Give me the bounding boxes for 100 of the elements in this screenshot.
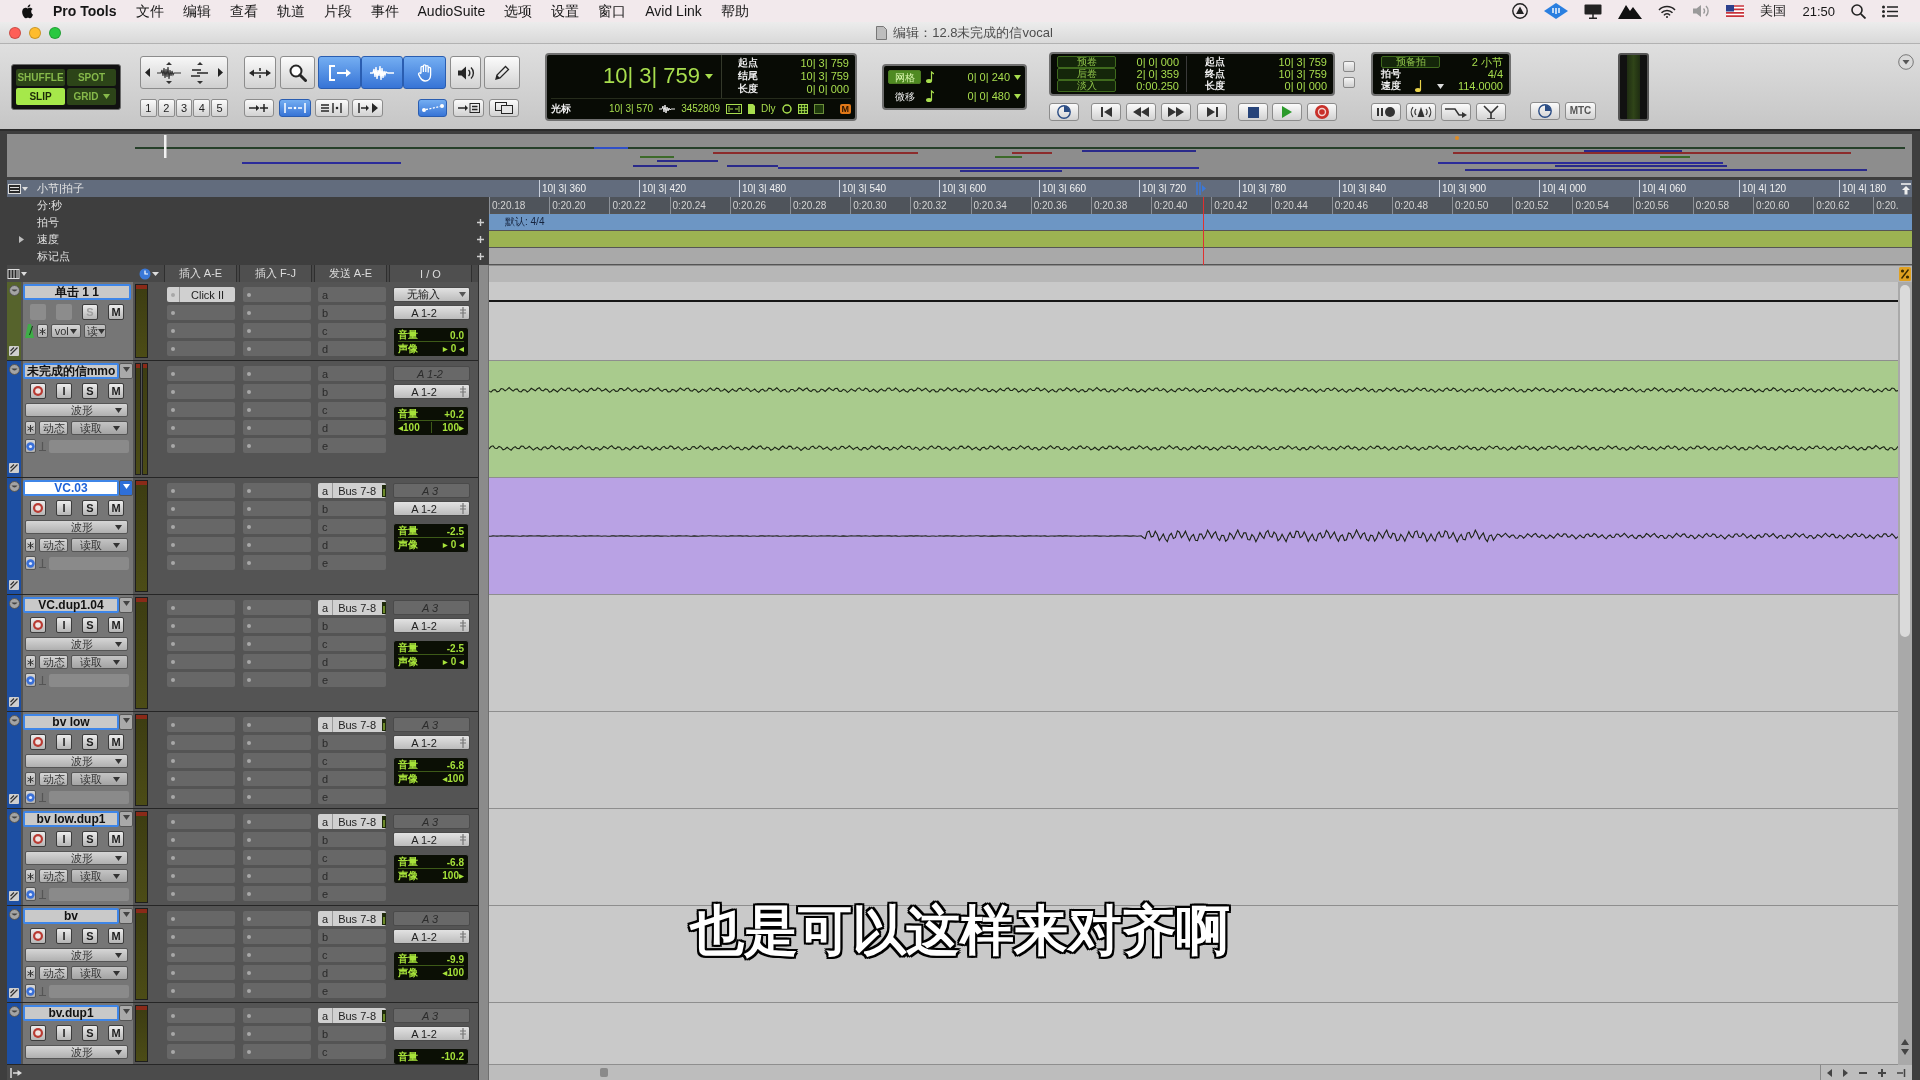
toggle-circle-icon[interactable] [8,285,20,296]
track-toggle-button[interactable]: M [108,617,124,633]
midi-button[interactable] [1441,103,1471,121]
track-toggle-button[interactable]: S [82,617,98,633]
track-name-field[interactable]: VC.03 [23,480,119,496]
roll-toggle[interactable]: 淡入 [1057,80,1116,92]
grid-mode-toggle[interactable]: 网格 [888,70,921,84]
toggle-circle-icon[interactable] [8,812,20,823]
asterisk-button[interactable] [37,324,48,338]
menu-item[interactable]: 轨道 [276,0,305,22]
ruler-menu-icon[interactable] [8,183,28,194]
track-name-field[interactable]: 未完成的信mmo [23,363,119,379]
mode-button[interactable]: 动态 [39,538,68,552]
bars-zoom-icon[interactable] [188,61,211,84]
track-list-menu-icon[interactable] [7,268,27,279]
automation-selector[interactable]: 读 [84,324,106,338]
view-selector[interactable]: 波形 [25,1045,128,1059]
expand-triangle-icon[interactable] [18,236,25,243]
app-menu[interactable]: Pro Tools [53,0,117,22]
mode-button[interactable]: 动态 [39,772,68,786]
send-slot[interactable]: a Bus 7-8 [318,483,386,498]
option-button[interactable] [489,99,519,117]
up-triangle-icon[interactable] [1901,1039,1909,1045]
tool-button[interactable] [484,56,520,89]
search-icon[interactable] [1851,3,1866,19]
asterisk-button[interactable] [25,869,36,883]
tool-button[interactable] [318,56,361,89]
track-menu-button[interactable] [119,597,133,613]
slashes-square-icon[interactable] [9,697,19,707]
diamond-icon[interactable] [1544,3,1569,19]
mode-button[interactable]: 动态 [39,421,68,435]
view-selector[interactable]: 波形 [25,754,128,768]
menu-item[interactable]: 查看 [229,0,258,22]
insertion-marker-icon[interactable] [1196,182,1206,195]
record-arm-button[interactable] [30,831,46,847]
output-selector[interactable]: A 1-2 [393,735,470,750]
transport-button[interactable] [1049,103,1079,121]
output-selector[interactable]: A 1-2 [393,618,470,633]
asterisk-button[interactable] [25,421,36,435]
menu-item[interactable]: 窗口 [598,0,627,22]
plus-icon[interactable] [1878,1068,1887,1077]
menu-item[interactable]: 片段 [323,0,352,22]
grid-value-selector[interactable]: 0| 0| 240 [967,71,1021,83]
menu-item[interactable]: 设置 [551,0,580,22]
percent-icon[interactable] [1899,267,1911,281]
toggle-circle-icon[interactable] [8,598,20,609]
transport-button[interactable] [1238,103,1268,121]
automation-selector[interactable]: 读取 [71,538,128,552]
small-square-button[interactable] [1343,76,1355,88]
top-arrow-icon[interactable] [1900,182,1912,195]
zoom-preset-button[interactable]: 1 [140,99,157,117]
track-menu-button[interactable] [119,811,133,827]
track-toggle-button[interactable]: S [82,928,98,944]
mode-button[interactable]: 动态 [39,655,68,669]
output-selector[interactable]: A 1-2 [393,501,470,516]
track-menu-button[interactable] [119,363,133,379]
dot-circle-button[interactable] [25,984,36,998]
zoom-preset-button[interactable]: 2 [157,99,175,117]
track-toggle-button[interactable]: S [82,1025,98,1041]
mode-button[interactable]: 动态 [39,966,68,980]
send-slot[interactable]: a Bus 7-8 [318,814,386,829]
zoom-preset-button[interactable]: 3 [175,99,193,117]
tool-button[interactable] [361,56,403,89]
input-selector[interactable]: 无输入 [393,287,470,302]
zoom-preset-button[interactable]: 5 [211,99,228,117]
minimize-button[interactable] [29,26,41,39]
asterisk-button[interactable] [25,655,36,669]
midi-button[interactable] [1371,103,1401,121]
track-name-field[interactable]: 单击 1 1 [23,284,131,300]
track-toggle-button[interactable]: I [56,383,72,399]
track-toggle-button[interactable]: I [56,928,72,944]
edit-mode-button[interactable]: SHUFFLE [16,68,65,86]
dot-circle-button[interactable] [25,673,36,687]
pane-splitter[interactable] [478,265,489,1080]
toggle-circle-icon[interactable] [8,364,20,375]
transport-button[interactable] [1091,103,1121,121]
option-button[interactable] [244,99,274,117]
dot-circle-button[interactable] [25,790,36,804]
vertical-scrollbar[interactable] [1898,282,1912,1065]
mode-button[interactable]: 动态 [39,869,68,883]
monitor-icon[interactable] [1584,3,1603,19]
send-slot[interactable]: a Bus 7-8 [318,911,386,926]
toggle-circle-icon[interactable] [8,909,20,920]
scrollbar-thumb[interactable] [600,1068,608,1077]
tool-button[interactable] [450,56,481,89]
send-slot[interactable]: a Bus 7-8 [318,600,386,615]
toggle-circle-icon[interactable] [8,715,20,726]
transport-button[interactable] [1307,103,1337,121]
output-selector[interactable]: A 1-2 [393,305,470,320]
tool-button[interactable] [403,56,446,89]
clock-menu-icon[interactable] [139,267,159,280]
wifi-icon[interactable] [1658,4,1677,18]
automation-selector[interactable]: 读取 [71,772,128,786]
output-selector[interactable]: A 1-2 [393,1026,470,1041]
track-toggle-button[interactable]: I [56,734,72,750]
dropdown-circle-icon[interactable] [1898,54,1914,70]
menu-item[interactable]: 文件 [135,0,164,22]
record-arm-button[interactable] [30,734,46,750]
edit-mode-button[interactable]: SPOT [67,68,116,86]
track-toggle-button[interactable]: I [56,1025,72,1041]
